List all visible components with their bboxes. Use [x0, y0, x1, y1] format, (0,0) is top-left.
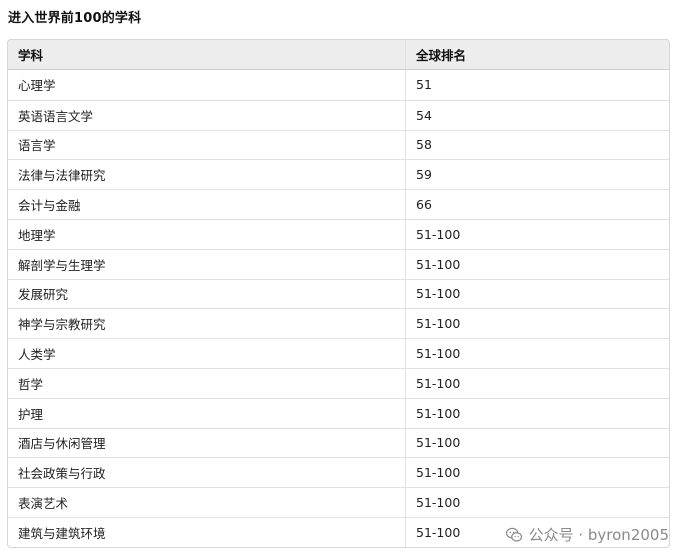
subject-cell: 神学与宗教研究	[8, 309, 406, 339]
subject-cell: 地理学	[8, 219, 406, 249]
table-row: 英语语言文学 54	[8, 99, 669, 130]
table-row: 会计与金融 66	[8, 189, 669, 219]
ranking-table: 学科 全球排名 心理学 51 英语语言文学 54 语言学 58 法律与法律研究 59 会计与金融…	[7, 39, 670, 548]
rank-cell: 51-100	[416, 435, 461, 451]
subject-cell: 护理	[8, 398, 406, 428]
table-row: 发展研究 51-100	[8, 278, 669, 309]
rank-cell: 51-100	[416, 346, 461, 362]
watermark: 公众号 · byron2005	[505, 524, 669, 545]
subject-cell: 社会政策与行政	[8, 458, 406, 488]
subject-cell: 语言学	[8, 130, 406, 160]
table-row: 护理 51-100	[8, 397, 669, 428]
watermark-text: 公众号 · byron2005	[528, 526, 669, 544]
subject-cell: 哲学	[8, 368, 406, 398]
subject-cell: 建筑与建筑环境	[8, 517, 406, 547]
rank-cell: 51-100	[416, 375, 461, 391]
subject-cell: 会计与金融	[8, 190, 406, 219]
subject-cell: 发展研究	[8, 279, 406, 309]
subject-cell: 解剖学与生理学	[8, 249, 406, 279]
wechat-icon	[505, 527, 522, 542]
table-row: 语言学 58	[8, 129, 669, 160]
rank-cell: 51	[416, 77, 432, 93]
subject-cell: 英语语言文学	[8, 100, 406, 130]
table-row: 酒店与休闲管理 51-100	[8, 427, 669, 458]
table-row: 神学与宗教研究 51-100	[8, 308, 669, 339]
rank-cell: 51-100	[416, 286, 461, 302]
table-row: 地理学 51-100	[8, 218, 669, 249]
rank-cell: 51-100	[416, 405, 461, 421]
header-subject: 学科	[8, 40, 406, 69]
table-row: 人类学 51-100	[8, 338, 669, 368]
rank-cell: 51-100	[416, 316, 461, 332]
subject-cell: 心理学	[8, 70, 406, 100]
rank-cell: 51-100	[416, 256, 461, 272]
rank-cell: 66	[416, 197, 432, 213]
table-row: 解剖学与生理学 51-100	[8, 248, 669, 279]
subject-cell: 酒店与休闲管理	[8, 428, 406, 458]
table-row: 心理学 51	[8, 70, 669, 100]
rank-cell: 51-100	[416, 226, 461, 242]
subject-cell: 表演艺术	[8, 488, 406, 517]
rank-cell: 51-100	[416, 495, 461, 511]
table-row: 哲学 51-100	[8, 367, 669, 398]
rank-cell: 58	[416, 137, 432, 153]
table-row: 表演艺术 51-100	[8, 487, 669, 517]
table-row: 法律与法律研究 59	[8, 159, 669, 190]
rank-cell: 51-100	[416, 465, 461, 481]
subject-cell: 法律与法律研究	[8, 160, 406, 190]
table-row: 社会政策与行政 51-100	[8, 457, 669, 488]
rank-cell: 54	[416, 107, 432, 123]
table-header-row: 学科 全球排名	[8, 40, 669, 70]
page-title: 进入世界前100的学科	[8, 11, 142, 26]
rank-cell: 59	[416, 167, 432, 183]
subject-cell: 人类学	[8, 339, 406, 368]
header-global-rank: 全球排名	[416, 48, 467, 63]
